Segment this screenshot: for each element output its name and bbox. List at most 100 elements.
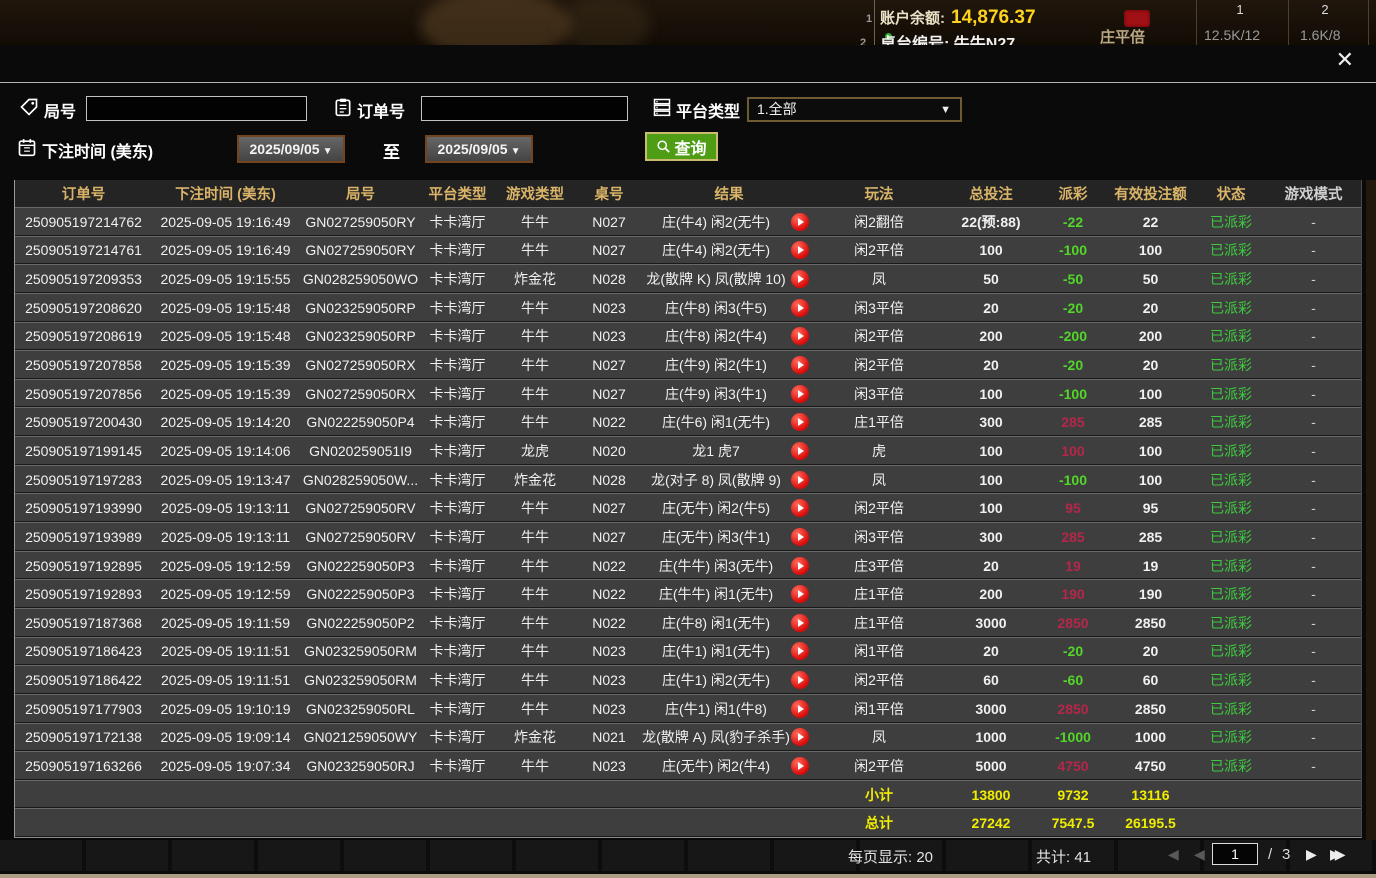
clipboard-icon (333, 97, 353, 117)
play-video-icon[interactable] (791, 356, 809, 374)
cell-table-number: N027 (577, 242, 641, 258)
cell-order-number: 250905197209353 (15, 271, 152, 287)
cell-game-mode: - (1266, 586, 1361, 602)
cell-bet-time: 2025-09-05 19:15:48 (152, 328, 299, 344)
cell-result: 庄(牛牛) 闲1(无牛) (641, 584, 817, 604)
table-row: 2509051971721382025-09-05 19:09:14GN0212… (15, 723, 1361, 752)
cell-platform: 卡卡湾厅 (422, 699, 493, 719)
play-video-icon[interactable] (791, 270, 809, 288)
cell-order-number: 250905197186423 (15, 643, 152, 659)
cell-game-type: 牛牛 (493, 670, 577, 690)
cell-play-type: 闲2平倍 (817, 498, 941, 518)
cell-game-type: 牛牛 (493, 384, 577, 404)
date-from-picker[interactable]: 2025/09/05▼ (237, 135, 345, 163)
play-video-icon[interactable] (791, 671, 809, 689)
cell-order-number: 250905197186422 (15, 672, 152, 688)
query-button[interactable]: 查询 (645, 132, 718, 161)
cell-table-number: N022 (577, 615, 641, 631)
play-video-icon[interactable] (791, 728, 809, 746)
play-video-icon[interactable] (791, 499, 809, 517)
play-video-icon[interactable] (791, 528, 809, 546)
header-valid-bet: 有效投注额 (1105, 183, 1196, 204)
limit-column-1: 1 (1210, 2, 1270, 17)
cell-table-number: N023 (577, 672, 641, 688)
cell-game-type: 牛牛 (493, 699, 577, 719)
cell-result: 庄(牛9) 闲3(牛1) (641, 384, 817, 404)
current-page-input[interactable]: 1 (1212, 843, 1258, 865)
cell-game-type: 牛牛 (493, 527, 577, 547)
cell-bet-time: 2025-09-05 19:16:49 (152, 214, 299, 230)
cell-payout: 4750 (1041, 758, 1105, 774)
prev-page-icon[interactable]: ◀ (1194, 846, 1205, 863)
cell-valid-bet: 100 (1105, 386, 1196, 402)
list-icon (652, 97, 672, 117)
cell-round-number: GN022259050P2 (299, 615, 422, 631)
cell-total-bet: 300 (941, 414, 1041, 430)
table-row: 2509051972086202025-09-05 19:15:48GN0232… (15, 293, 1361, 322)
cell-platform: 卡卡湾厅 (422, 412, 493, 432)
table-number: 桌台编号: 牛牛N27 (880, 30, 1015, 45)
subtotal-total-bet: 13800 (941, 787, 1041, 803)
cell-order-number: 250905197207858 (15, 357, 152, 373)
cell-play-type: 闲2平倍 (817, 326, 941, 346)
cell-table-number: N023 (577, 328, 641, 344)
play-video-icon[interactable] (791, 442, 809, 460)
play-video-icon[interactable] (791, 757, 809, 775)
cell-game-mode: - (1266, 472, 1361, 488)
cell-round-number: GN020259051I9 (299, 443, 422, 459)
play-video-icon[interactable] (791, 585, 809, 603)
cell-payout: 19 (1041, 558, 1105, 574)
play-video-icon[interactable] (791, 642, 809, 660)
cell-result: 龙(散牌 K) 凤(散牌 10) (641, 269, 817, 289)
cell-platform: 卡卡湾厅 (422, 326, 493, 346)
cell-game-mode: - (1266, 214, 1361, 230)
play-video-icon[interactable] (791, 413, 809, 431)
platform-type-select[interactable]: 1.全部 ▼ (747, 97, 962, 122)
cell-bet-time: 2025-09-05 19:15:48 (152, 300, 299, 316)
cell-payout: -200 (1041, 328, 1105, 344)
table-row: 2509051971779032025-09-05 19:10:19GN0232… (15, 694, 1361, 723)
cell-result: 龙1 虎7 (641, 441, 817, 461)
play-video-icon[interactable] (791, 614, 809, 632)
date-to-picker[interactable]: 2025/09/05▼ (425, 135, 533, 163)
play-video-icon[interactable] (791, 327, 809, 345)
play-video-icon[interactable] (791, 471, 809, 489)
cell-bet-time: 2025-09-05 19:15:55 (152, 271, 299, 287)
cell-game-type: 炸金花 (493, 269, 577, 289)
table-row: 2509051972093532025-09-05 19:15:55GN0282… (15, 264, 1361, 293)
next-page-icon[interactable]: ▶ (1306, 846, 1317, 863)
header-total-bet: 总投注 (941, 183, 1041, 204)
cell-status: 已派彩 (1196, 269, 1266, 289)
first-page-icon[interactable]: ◀ (1168, 846, 1179, 863)
cell-total-bet: 20 (941, 643, 1041, 659)
result-text: 庄(牛牛) 闲1(无牛) (641, 584, 791, 604)
table-row: 2509051971939902025-09-05 19:13:11GN0272… (15, 493, 1361, 522)
cell-round-number: GN028259050W... (299, 472, 422, 488)
cell-total-bet: 100 (941, 386, 1041, 402)
play-video-icon[interactable] (791, 557, 809, 575)
cell-payout: -100 (1041, 472, 1105, 488)
flag-icon (1124, 10, 1150, 27)
round-number-input[interactable] (86, 96, 307, 121)
play-video-icon[interactable] (791, 213, 809, 231)
play-video-icon[interactable] (791, 299, 809, 317)
grand-total-payout: 7547.5 (1041, 815, 1105, 831)
window-bottom-edge (0, 874, 1376, 878)
cell-bet-time: 2025-09-05 19:12:59 (152, 586, 299, 602)
last-page-icon[interactable]: ▶▶ (1330, 846, 1340, 863)
cell-platform: 卡卡湾厅 (422, 527, 493, 547)
cell-payout: -22 (1041, 214, 1105, 230)
order-number-input[interactable] (421, 96, 628, 121)
result-text: 庄(牛1) 闲2(无牛) (641, 670, 791, 690)
play-video-icon[interactable] (791, 241, 809, 259)
header-time: 下注时间 (美东) (152, 183, 299, 204)
play-video-icon[interactable] (791, 385, 809, 403)
date-to-value: 2025/09/05 (438, 141, 508, 157)
cell-result: 庄(牛9) 闲2(牛1) (641, 355, 817, 375)
table-header-row: 订单号 下注时间 (美东) 局号 平台类型 游戏类型 桌号 结果 玩法 总投注 … (15, 180, 1361, 207)
cell-game-mode: - (1266, 758, 1361, 774)
cell-bet-time: 2025-09-05 19:13:11 (152, 529, 299, 545)
cell-total-bet: 22(预:88) (941, 212, 1041, 232)
play-video-icon[interactable] (791, 700, 809, 718)
total-pages: 3 (1282, 846, 1290, 863)
